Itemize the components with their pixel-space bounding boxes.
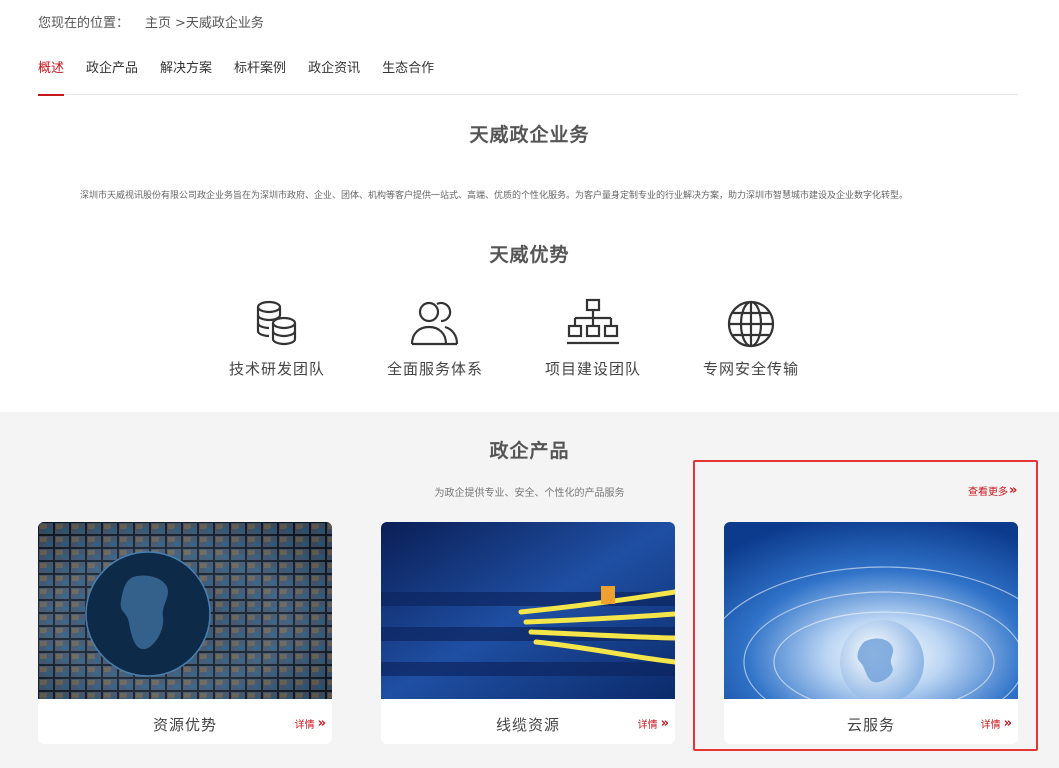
- database-icon: [256, 300, 297, 346]
- tab-cases[interactable]: 标杆案例: [234, 58, 286, 95]
- section-tabs: 概述 政企产品 解决方案 标杆案例 政企资讯 生态合作: [38, 58, 1018, 96]
- product-card-cable[interactable]: 线缆资源 详情 »: [381, 522, 675, 744]
- breadcrumb-home-link[interactable]: 主页: [145, 12, 171, 31]
- tab-products[interactable]: 政企产品: [86, 58, 138, 95]
- advantage-item: 技术研发团队: [198, 296, 356, 379]
- resources-image: [38, 522, 332, 699]
- view-more-label: 查看更多: [968, 487, 1008, 498]
- overview-title: 天威政企业务: [469, 124, 590, 146]
- breadcrumb: 您现在的位置： 主页 >天威政企业务: [38, 12, 264, 31]
- products-subtitle: 为政企提供专业、安全、个性化的产品服务: [434, 488, 625, 499]
- detail-link[interactable]: 详情 »: [980, 715, 1012, 732]
- product-card-name: 云服务: [846, 716, 895, 734]
- product-card-resources[interactable]: 资源优势 详情 »: [38, 522, 332, 744]
- breadcrumb-current: >天威政企业务: [175, 16, 264, 31]
- view-more-link[interactable]: 查看更多 »: [968, 482, 1018, 499]
- tab-overview[interactable]: 概述: [38, 58, 65, 96]
- double-chevron-right-icon: »: [1009, 482, 1018, 498]
- advantage-item: 全面服务体系: [356, 296, 514, 379]
- detail-link[interactable]: 详情 »: [294, 715, 326, 732]
- advantage-label: 技术研发团队: [228, 360, 325, 378]
- advantage-item: 项目建设团队: [514, 296, 672, 379]
- advantage-label: 专网安全传输: [702, 360, 799, 378]
- double-chevron-right-icon: »: [317, 715, 326, 731]
- org-chart-icon: [567, 298, 619, 345]
- globe-icon: [727, 300, 775, 348]
- advantage-label: 全面服务体系: [386, 360, 483, 378]
- double-chevron-right-icon: »: [660, 715, 669, 731]
- detail-label: 详情: [637, 720, 658, 731]
- breadcrumb-prefix: 您现在的位置：: [38, 16, 130, 31]
- tab-solutions[interactable]: 解决方案: [160, 58, 212, 95]
- cable-image: [381, 522, 675, 699]
- advantages-list: 技术研发团队 全面服务体系 项目建设团队 专网安全传输: [198, 296, 830, 379]
- product-card-name: 线缆资源: [495, 716, 560, 734]
- product-card-cloud[interactable]: 云服务 详情 »: [724, 522, 1018, 744]
- detail-label: 详情: [294, 720, 315, 731]
- detail-link[interactable]: 详情 »: [637, 715, 669, 732]
- tab-ecosystem[interactable]: 生态合作: [382, 58, 434, 95]
- tab-news[interactable]: 政企资讯: [308, 58, 360, 95]
- advantage-label: 项目建设团队: [544, 360, 641, 378]
- advantage-item: 专网安全传输: [672, 296, 830, 379]
- detail-label: 详情: [980, 720, 1001, 731]
- users-icon: [410, 301, 459, 346]
- products-title: 政企产品: [489, 440, 570, 462]
- double-chevron-right-icon: »: [1003, 715, 1012, 731]
- overview-intro: 深圳市天威视讯股份有限公司政企业务旨在为深圳市政府、企业、团体、机构等客户提供一…: [80, 191, 909, 201]
- advantages-title: 天威优势: [489, 244, 570, 266]
- cloud-image: [724, 522, 1018, 699]
- product-card-name: 资源优势: [152, 716, 217, 734]
